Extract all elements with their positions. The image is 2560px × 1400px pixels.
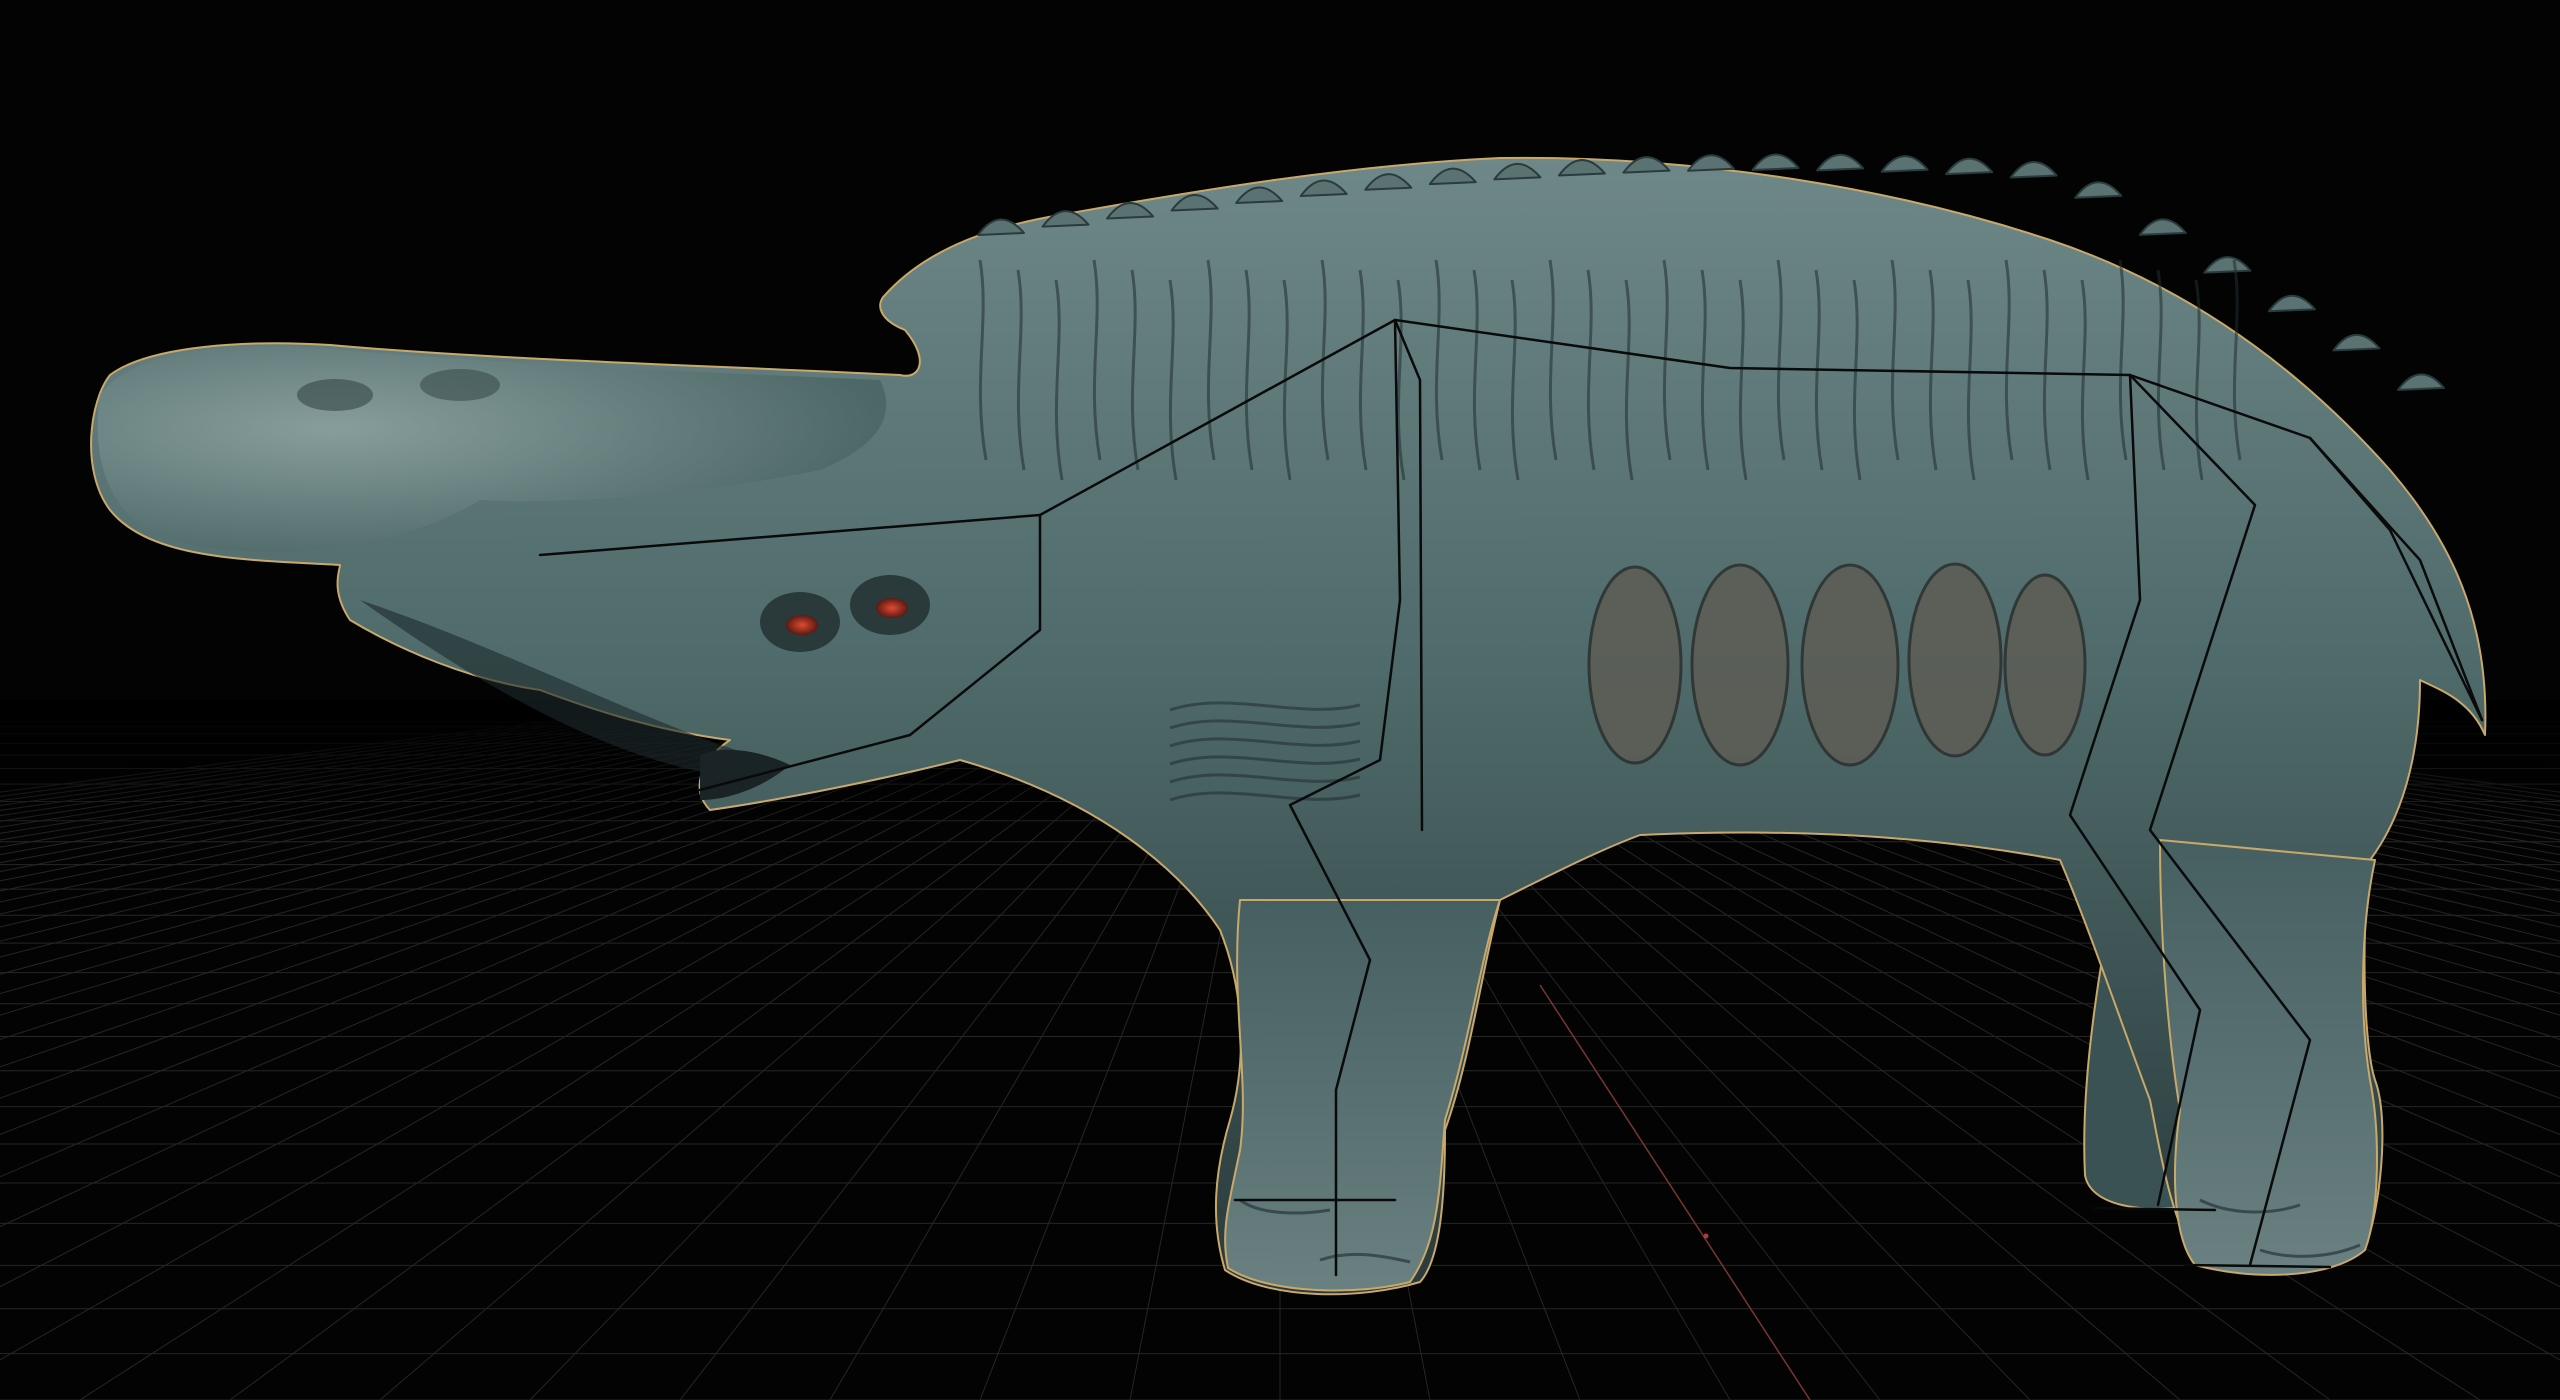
ridge-scute — [977, 218, 1025, 236]
eye-left — [786, 615, 818, 635]
nostril-left — [297, 379, 373, 411]
eye-right — [876, 598, 908, 618]
ridge-scute — [1945, 157, 1994, 176]
ridge-scute — [2332, 333, 2381, 352]
ridge-scute — [1880, 155, 1929, 173]
ridge-scute — [2203, 256, 2252, 274]
ridge-scute — [2074, 181, 2123, 199]
ridge-scute — [1622, 156, 1671, 174]
ridge-scute — [2397, 373, 2445, 391]
ridge-scute — [2009, 161, 2058, 179]
viewport-scene[interactable] — [0, 0, 2560, 1400]
front-leg-near[interactable] — [1224, 899, 1501, 1292]
3d-viewport[interactable] — [0, 0, 2560, 1400]
nostril-right — [420, 369, 500, 401]
ridge-scute — [2138, 218, 2187, 236]
world-origin-marker — [1703, 1233, 1709, 1239]
ridge-scute — [1687, 154, 1735, 172]
ridge-scute — [1816, 153, 1865, 172]
ridge-scute — [1751, 153, 1800, 172]
ridge-scute — [2267, 294, 2316, 313]
